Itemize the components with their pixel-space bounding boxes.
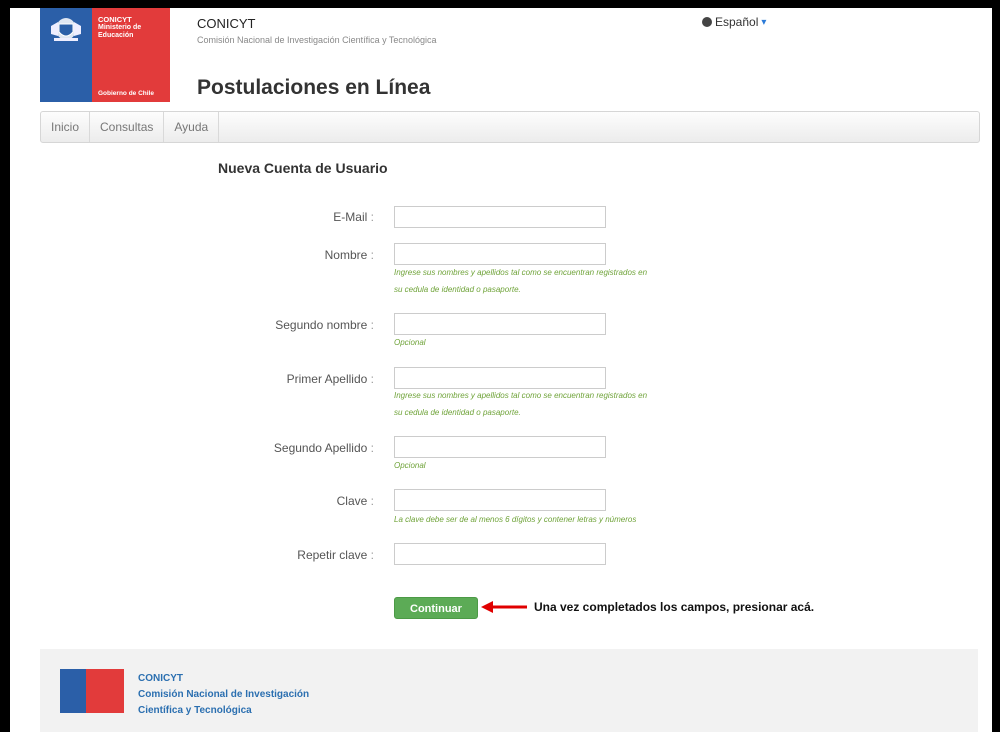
nombre-label: Nombre : bbox=[324, 248, 374, 262]
logo-ministry: Ministerio de Educación bbox=[98, 24, 142, 39]
footer-line-2: Comisión Nacional de Investigación bbox=[138, 689, 310, 700]
email-field[interactable] bbox=[394, 206, 606, 228]
logo-blue-block bbox=[40, 8, 92, 102]
email-label-text: E-Mail bbox=[333, 210, 368, 224]
page: CONICYT Ministerio de Educación Gobierno… bbox=[0, 0, 1000, 732]
repetir-clave-label: Repetir clave : bbox=[297, 548, 374, 562]
logo-org: CONICYT bbox=[98, 15, 132, 24]
footer-line-3: Científica y Tecnológica bbox=[138, 705, 252, 716]
page-title: Postulaciones en Línea bbox=[197, 76, 431, 99]
caret-down-icon: ▾ bbox=[761, 16, 767, 28]
segundo-nombre-label: Segundo nombre : bbox=[275, 318, 374, 332]
brand-name: CONICYT bbox=[197, 16, 256, 31]
password-field[interactable] bbox=[394, 489, 606, 511]
segundo-apellido-field[interactable] bbox=[394, 436, 606, 458]
nombre-help-line-1: Ingrese sus nombres y apellidos tal como… bbox=[394, 268, 648, 277]
window-border-top bbox=[0, 0, 1000, 8]
email-label: E-Mail : bbox=[333, 210, 374, 224]
nav-item-ayuda[interactable]: Ayuda bbox=[164, 112, 220, 142]
logo-government: Gobierno de Chile bbox=[98, 90, 154, 97]
nombre-label-text: Nombre bbox=[324, 248, 368, 262]
repetir-clave-label-text: Repetir clave bbox=[297, 548, 368, 562]
segundo-apellido-label-text: Segundo Apellido bbox=[273, 441, 368, 455]
segundo-nombre-field[interactable] bbox=[394, 313, 606, 335]
primer-apellido-label-text: Primer Apellido bbox=[286, 372, 368, 386]
instruction-annotation: Una vez completados los campos, presiona… bbox=[534, 600, 815, 614]
footer-text: CONICYT Comisión Nacional de Investigaci… bbox=[138, 671, 309, 719]
primer-apellido-label: Primer Apellido : bbox=[286, 372, 374, 386]
brand-full-name: Comisión Nacional de Investigación Cient… bbox=[197, 35, 437, 45]
segundo-nombre-label-text: Segundo nombre bbox=[275, 318, 368, 332]
footer-logo bbox=[60, 669, 124, 713]
primer-apellido-help: Ingrese sus nombres y apellidos tal como… bbox=[394, 387, 774, 421]
footer: CONICYT Comisión Nacional de Investigaci… bbox=[40, 649, 978, 732]
continuar-button[interactable]: Continuar bbox=[394, 597, 478, 619]
clave-label-text: Clave bbox=[336, 494, 368, 508]
segundo-apellido-help: Opcional bbox=[394, 461, 426, 470]
nav-item-inicio[interactable]: Inicio bbox=[41, 112, 91, 142]
primer-apellido-field[interactable] bbox=[394, 367, 606, 389]
chile-crest-icon bbox=[51, 18, 81, 41]
conicyt-logo[interactable]: CONICYT Ministerio de Educación Gobierno… bbox=[40, 8, 170, 102]
form-title: Nueva Cuenta de Usuario bbox=[218, 160, 388, 176]
red-arrow-icon bbox=[481, 601, 527, 613]
footer-logo-red bbox=[86, 669, 124, 713]
logo-text: CONICYT Ministerio de Educación bbox=[98, 16, 170, 40]
primer-apellido-help-line-2: su cedula de identidad o pasaporte. bbox=[394, 408, 521, 417]
globe-icon bbox=[702, 17, 712, 27]
language-selector[interactable]: Español ▾ bbox=[702, 15, 766, 29]
nombre-help-line-2: su cedula de identidad o pasaporte. bbox=[394, 285, 521, 294]
segundo-apellido-label: Segundo Apellido : bbox=[273, 441, 374, 455]
nombre-help: Ingrese sus nombres y apellidos tal como… bbox=[394, 264, 774, 298]
footer-logo-blue bbox=[60, 669, 86, 713]
nombre-field[interactable] bbox=[394, 243, 606, 265]
language-label: Español bbox=[715, 15, 759, 29]
nav-item-consultas[interactable]: Consultas bbox=[90, 112, 165, 142]
footer-line-1: CONICYT bbox=[138, 673, 183, 684]
window-border-left bbox=[0, 0, 10, 732]
repeat-password-field[interactable] bbox=[394, 543, 606, 565]
clave-help: La clave debe ser de al menos 6 dígitos … bbox=[394, 515, 637, 524]
clave-label: Clave : bbox=[336, 494, 374, 508]
primer-apellido-help-line-1: Ingrese sus nombres y apellidos tal como… bbox=[394, 391, 648, 400]
segundo-nombre-help: Opcional bbox=[394, 338, 426, 347]
main-nav: Inicio Consultas Ayuda bbox=[40, 111, 980, 143]
window-border-right bbox=[992, 0, 1000, 732]
